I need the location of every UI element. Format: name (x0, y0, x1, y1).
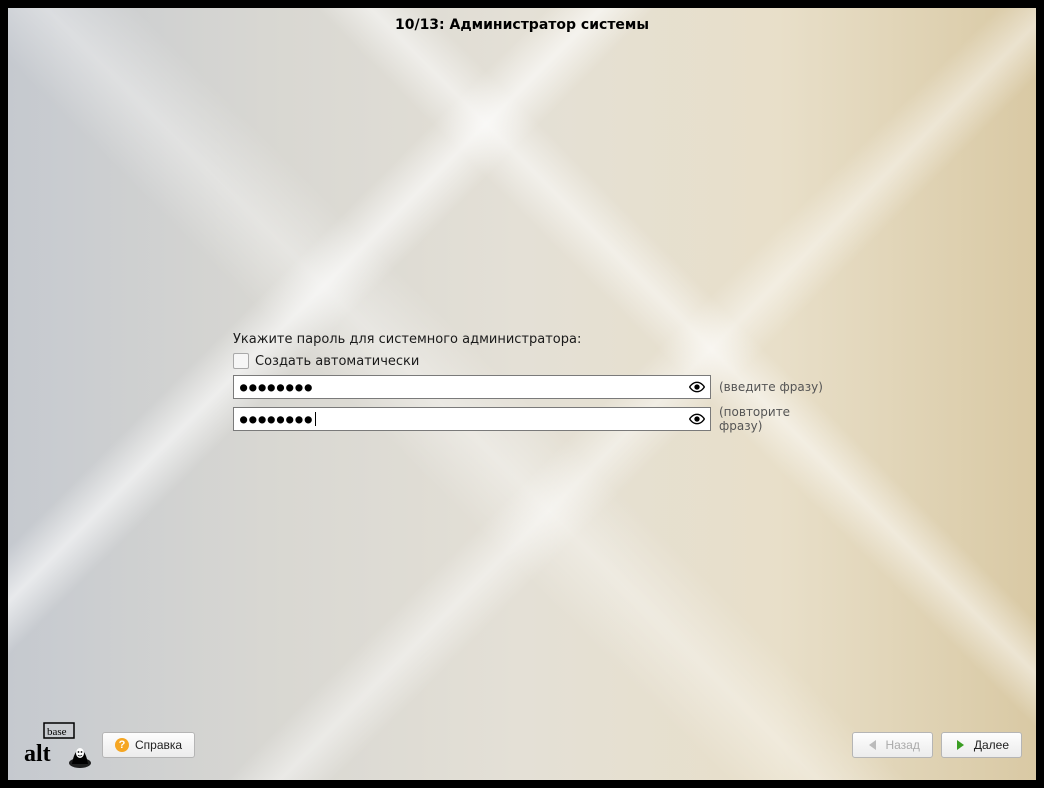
auto-generate-checkbox[interactable] (233, 353, 249, 369)
svg-text:alt: alt (24, 741, 51, 767)
password-input-1[interactable] (233, 375, 711, 399)
footer-bar: base alt ? Справка Назад Далее (8, 720, 1036, 780)
back-button[interactable]: Назад (852, 732, 932, 758)
help-icon: ? (115, 738, 129, 752)
password-input-2-value: ●●●●●●●● (240, 412, 314, 426)
auto-generate-label: Создать автоматически (255, 354, 419, 369)
basealt-logo: base alt (22, 721, 92, 769)
password-hint-1: (введите фразу) (719, 380, 823, 394)
next-button[interactable]: Далее (941, 732, 1022, 758)
page-title-bar: 10/13: Администратор системы (8, 8, 1036, 42)
form-prompt: Укажите пароль для системного администра… (233, 332, 833, 347)
chevron-right-icon (954, 738, 968, 752)
password-hint-2: (повторите фразу) (719, 405, 833, 433)
svg-text:base: base (47, 726, 67, 738)
content-area: Укажите пароль для системного администра… (8, 42, 1036, 720)
password-row-2: ●●●●●●●● (повторите фразу) (233, 405, 833, 433)
show-password-icon[interactable] (688, 378, 706, 396)
chevron-left-icon (865, 738, 879, 752)
show-password-icon[interactable] (688, 410, 706, 428)
password-input-2[interactable]: ●●●●●●●● (233, 407, 711, 431)
password-input-wrap-1 (233, 375, 711, 399)
help-button-label: Справка (135, 738, 182, 752)
password-input-wrap-2: ●●●●●●●● (233, 407, 711, 431)
back-button-label: Назад (885, 738, 919, 752)
auto-generate-row: Создать автоматически (233, 353, 833, 369)
help-button[interactable]: ? Справка (102, 732, 195, 758)
password-form: Укажите пароль для системного администра… (233, 332, 833, 439)
next-button-label: Далее (974, 738, 1009, 752)
password-row-1: (введите фразу) (233, 375, 833, 399)
installer-window: 10/13: Администратор системы Укажите пар… (8, 8, 1036, 780)
page-title: 10/13: Администратор системы (395, 17, 649, 33)
text-cursor (315, 412, 316, 426)
